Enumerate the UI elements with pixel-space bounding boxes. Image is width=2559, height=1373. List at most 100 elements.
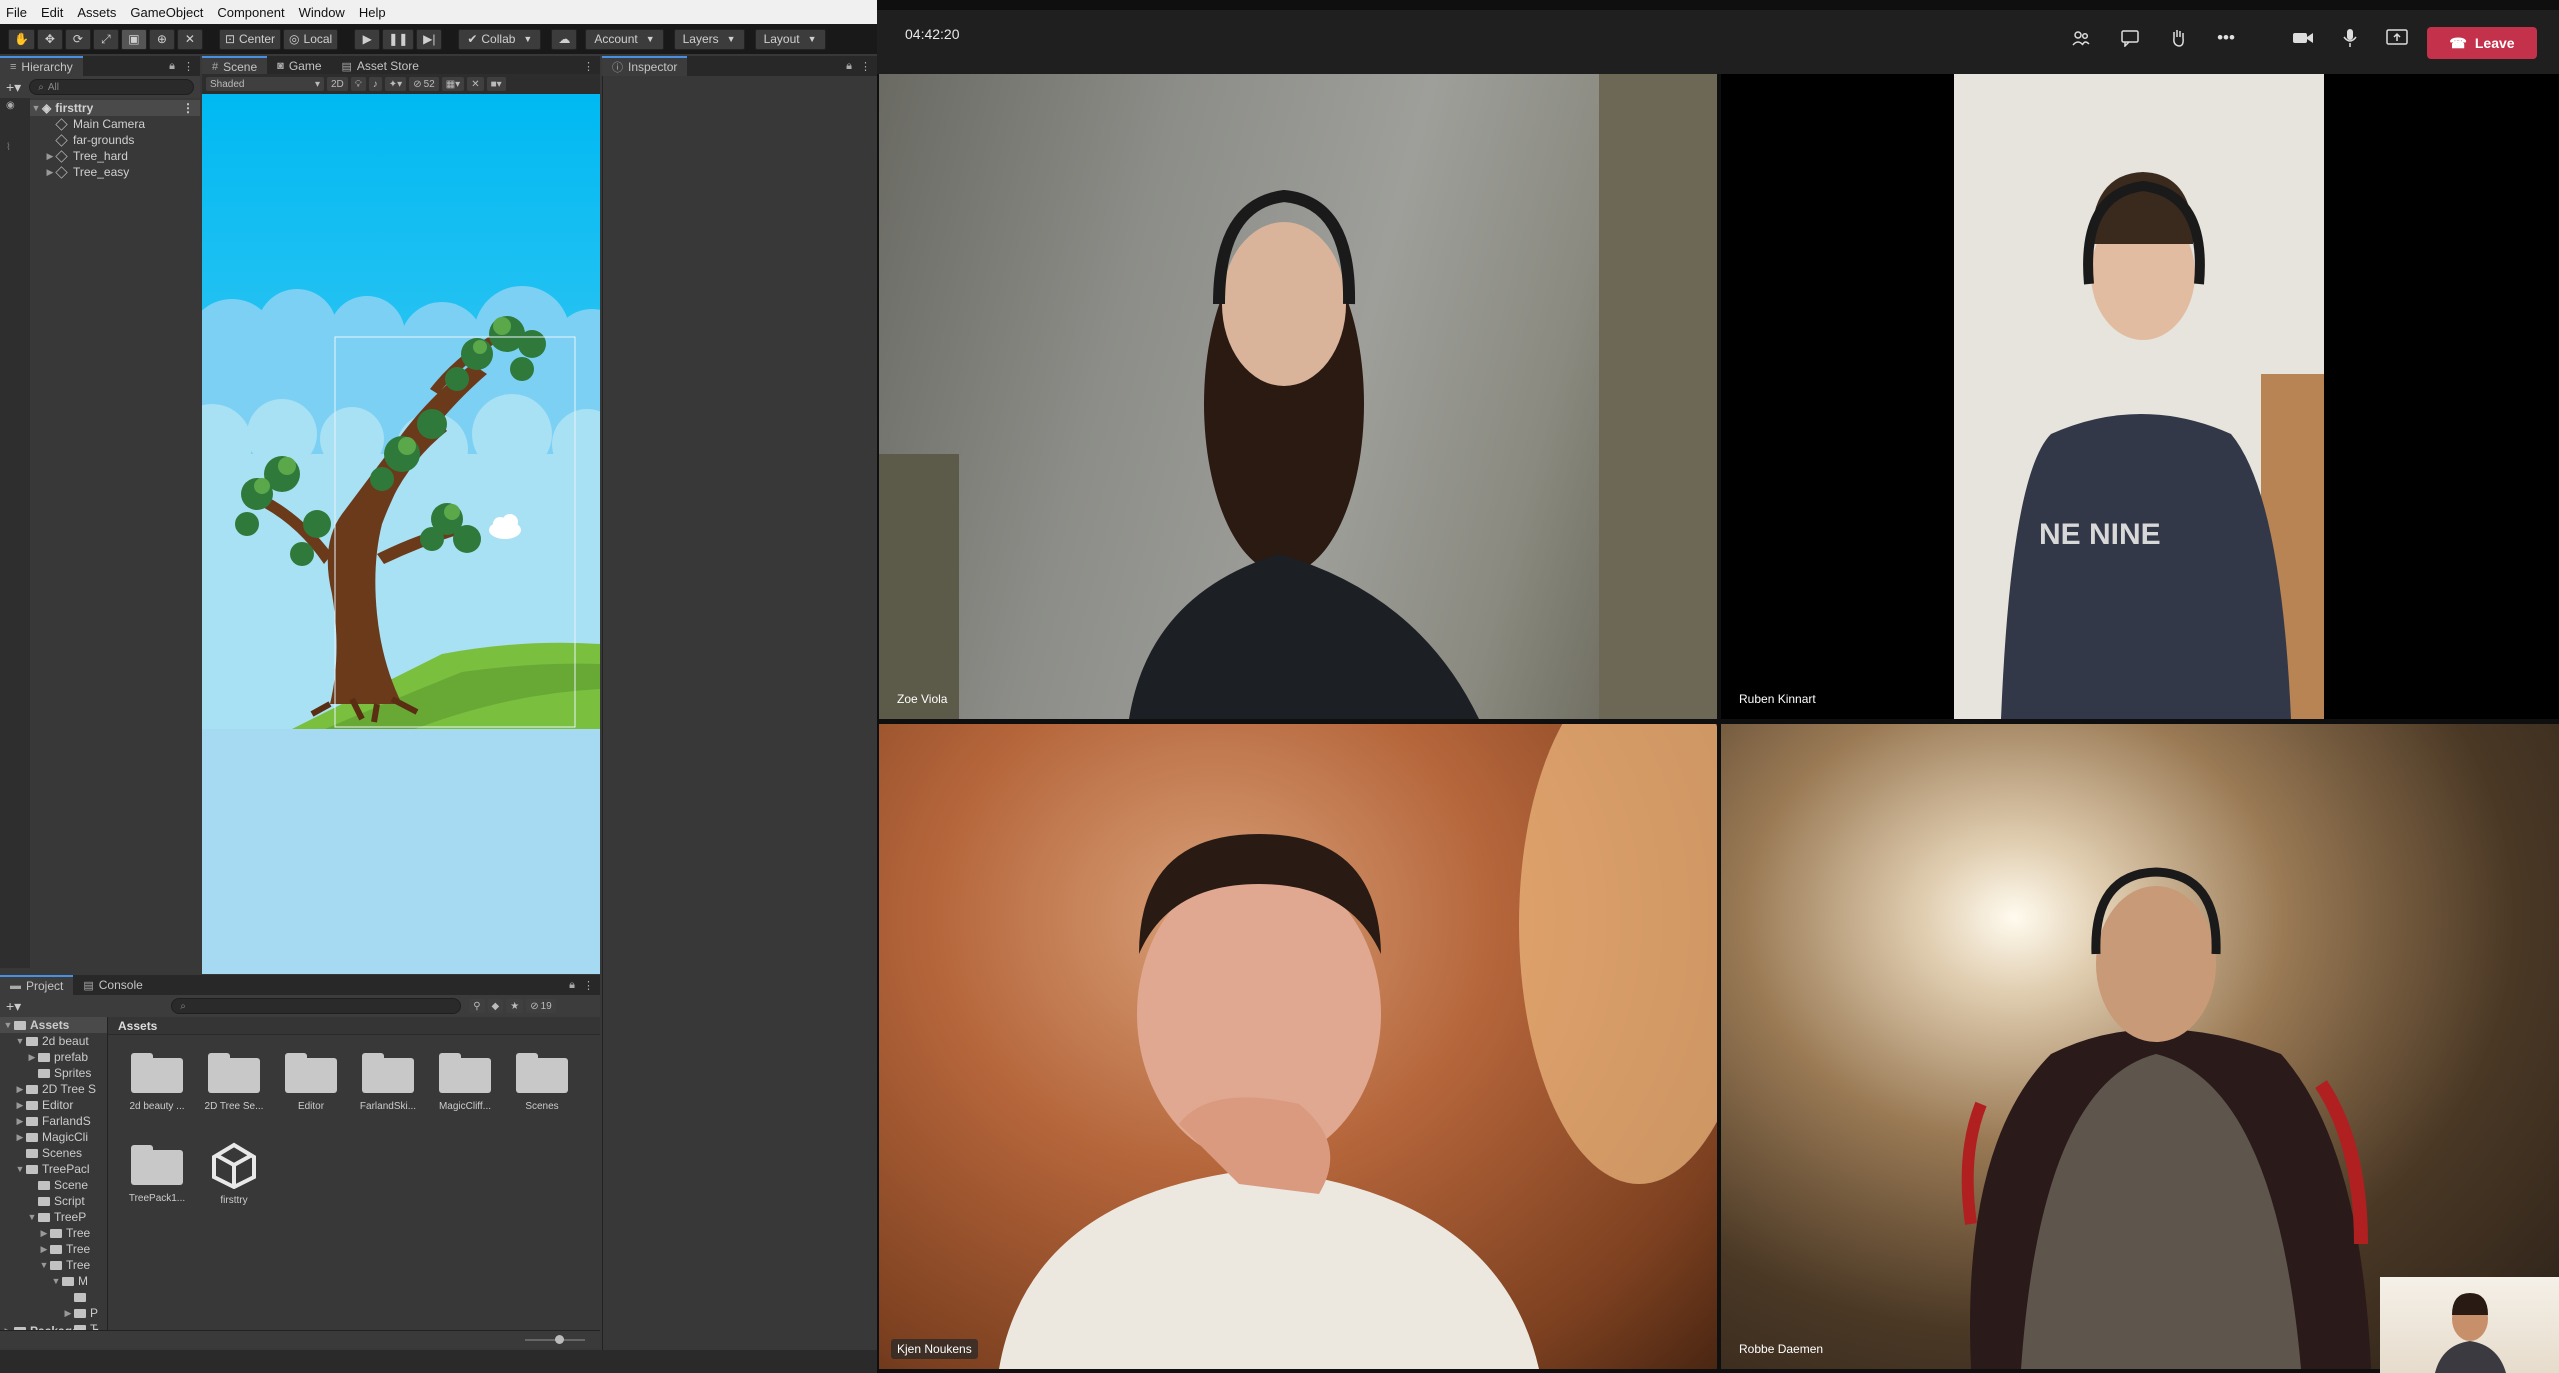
chevron-right-icon[interactable]: ▶: [38, 1228, 50, 1239]
lighting-icon[interactable]: 💡︎: [350, 77, 366, 91]
breadcrumb-item[interactable]: Assets: [118, 1019, 157, 1033]
project-tree-item[interactable]: Scenes: [0, 1145, 107, 1161]
tab-console[interactable]: ▤ Console: [73, 975, 152, 995]
hierarchy-item[interactable]: Main Camera: [55, 116, 145, 132]
layout-dropdown[interactable]: Layout ▼: [754, 28, 826, 50]
project-tree-item[interactable]: ▶ FarlandS: [0, 1113, 107, 1129]
play-button[interactable]: ▶: [354, 28, 381, 50]
chat-icon[interactable]: [2116, 26, 2144, 50]
project-tree-item[interactable]: ▶ Tree: [0, 1225, 107, 1241]
project-tree-item[interactable]: ▼ 2d beaut: [0, 1033, 107, 1049]
menu-edit[interactable]: Edit: [41, 5, 63, 20]
tab-inspector[interactable]: ⓘ Inspector: [602, 56, 688, 76]
audio-icon[interactable]: ♪: [368, 77, 382, 91]
more-icon[interactable]: ⋮: [182, 101, 194, 115]
project-tree-item[interactable]: ▶ MagicCli: [0, 1129, 107, 1145]
chevron-right-icon[interactable]: ▶: [14, 1116, 26, 1127]
asset-folder[interactable]: TreePack1...: [120, 1145, 194, 1204]
shading-mode-dropdown[interactable]: Shaded ▾: [206, 77, 324, 91]
project-tree-item[interactable]: ▼ Assets: [0, 1017, 107, 1033]
tab-asset-store[interactable]: ▤ Asset Store: [332, 56, 429, 76]
menu-assets[interactable]: Assets: [77, 5, 116, 20]
lock-icon[interactable]: 🔒︎: [846, 60, 852, 73]
hierarchy-item[interactable]: ▶ Tree_easy: [44, 164, 130, 180]
account-dropdown[interactable]: Account ▼: [585, 28, 664, 50]
menu-window[interactable]: Window: [299, 5, 345, 20]
raise-hand-icon[interactable]: [2164, 26, 2192, 50]
project-tree-item[interactable]: ▶ prefab: [0, 1049, 107, 1065]
camera-settings-icon[interactable]: ■▾: [486, 77, 506, 91]
menu-help[interactable]: Help: [359, 5, 386, 20]
lock-icon[interactable]: 🔒︎: [169, 60, 175, 73]
chevron-right-icon[interactable]: ▶: [14, 1100, 26, 1111]
menu-file[interactable]: File: [6, 5, 27, 20]
chevron-down-icon[interactable]: ▼: [38, 1260, 50, 1270]
chevron-right-icon[interactable]: ▶: [14, 1132, 26, 1143]
project-search-input[interactable]: ⌕: [171, 998, 462, 1014]
people-icon[interactable]: [2067, 26, 2095, 50]
hand-tool-icon[interactable]: ✋: [8, 28, 35, 50]
camera-icon[interactable]: [2289, 26, 2317, 50]
scene-viewport[interactable]: [202, 94, 600, 974]
tools-icon[interactable]: ✕: [467, 77, 484, 91]
project-tree-item[interactable]: ▶ 2D Tree S: [0, 1081, 107, 1097]
move-tool-icon[interactable]: ✥: [36, 28, 63, 50]
icon-size-slider[interactable]: [525, 1335, 585, 1344]
search-by-label-icon[interactable]: ◆: [487, 999, 504, 1013]
video-tile[interactable]: Robbe Daemen: [1721, 724, 2559, 1369]
more-icon[interactable]: ⋮: [583, 60, 594, 73]
lock-icon[interactable]: 🔒︎: [569, 979, 575, 992]
mode-2d-toggle[interactable]: 2D: [327, 77, 348, 91]
video-tile[interactable]: NE NINE Ruben Kinnart: [1721, 74, 2559, 719]
search-by-type-icon[interactable]: ⚲: [469, 999, 485, 1013]
hierarchy-scene-root[interactable]: ▼ ◈ firsttry ⋮: [30, 100, 200, 116]
video-tile[interactable]: Kjen Noukens: [879, 724, 1717, 1369]
hierarchy-search-input[interactable]: ⌕ All: [29, 79, 194, 95]
slider-thumb[interactable]: [555, 1335, 564, 1344]
more-icon[interactable]: •••: [2212, 26, 2240, 50]
leave-button[interactable]: ☎ Leave: [2427, 27, 2537, 59]
asset-folder[interactable]: Scenes: [505, 1053, 579, 1112]
transform-tool-icon[interactable]: ⊕: [148, 28, 175, 50]
asset-folder[interactable]: MagicCliff...: [428, 1053, 502, 1112]
chevron-right-icon[interactable]: ▶: [14, 1084, 26, 1095]
project-tree-item[interactable]: ▶ P: [0, 1305, 107, 1321]
favorite-icon[interactable]: ★: [506, 999, 524, 1013]
cloud-icon[interactable]: ☁: [551, 28, 578, 50]
tab-game[interactable]: ◙ Game: [267, 56, 331, 76]
pause-button[interactable]: ❚❚: [382, 28, 415, 50]
chevron-down-icon[interactable]: ▼: [2, 1020, 14, 1030]
project-tree-item[interactable]: Sprites: [0, 1065, 107, 1081]
rect-tool-icon[interactable]: ▣: [120, 28, 147, 50]
tab-project[interactable]: ▬ Project: [0, 975, 74, 995]
project-tree-item[interactable]: Script: [0, 1193, 107, 1209]
share-screen-icon[interactable]: [2383, 26, 2411, 50]
project-tree-item[interactable]: Scene: [0, 1177, 107, 1193]
custom-tool-icon[interactable]: ✕: [176, 28, 203, 50]
create-asset-button[interactable]: +▾: [6, 998, 21, 1015]
pick-icon[interactable]: ⌇: [6, 142, 11, 153]
collab-dropdown[interactable]: ✔ Collab ▼: [458, 28, 542, 50]
chevron-down-icon[interactable]: ▼: [50, 1276, 62, 1286]
more-icon[interactable]: ⋮: [860, 60, 871, 73]
self-view-preview[interactable]: [2380, 1277, 2559, 1373]
chevron-down-icon[interactable]: ▼: [14, 1164, 26, 1174]
chevron-down-icon[interactable]: ▼: [26, 1212, 38, 1222]
project-tree-item[interactable]: ▼ M: [0, 1273, 107, 1289]
project-tree-item[interactable]: [0, 1289, 107, 1305]
pivot-toggle-button[interactable]: ⊡ Center: [218, 28, 282, 50]
project-tree-item[interactable]: ▼ Tree: [0, 1257, 107, 1273]
chevron-right-icon[interactable]: ▶: [26, 1052, 38, 1063]
layers-dropdown[interactable]: Layers ▼: [673, 28, 745, 50]
asset-folder[interactable]: 2D Tree Se...: [197, 1053, 271, 1112]
rotate-tool-icon[interactable]: ⟳: [64, 28, 91, 50]
asset-scene-file[interactable]: firsttry: [197, 1141, 271, 1206]
menu-component[interactable]: Component: [217, 5, 284, 20]
chevron-right-icon[interactable]: ▶: [38, 1244, 50, 1255]
effects-icon[interactable]: ✦▾: [384, 77, 407, 91]
chevron-down-icon[interactable]: ▼: [30, 103, 42, 113]
project-tree-item[interactable]: ▼ TreePacl: [0, 1161, 107, 1177]
add-object-button[interactable]: +▾: [6, 79, 21, 96]
mic-icon[interactable]: [2336, 26, 2364, 50]
step-button[interactable]: ▶|: [416, 28, 443, 50]
